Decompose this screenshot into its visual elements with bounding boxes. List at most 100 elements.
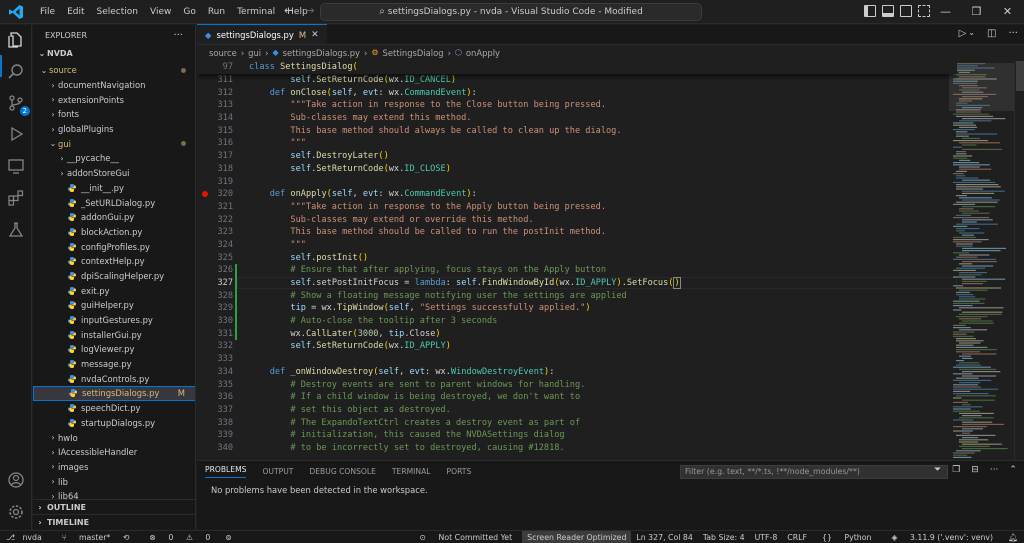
code-line[interactable]: 311 self.SetReturnCode(wx.ID_CANCEL) (197, 74, 957, 87)
more-actions-icon[interactable]: ··· (173, 30, 183, 41)
code-line[interactable]: 317 self.DestroyLater() (197, 150, 957, 163)
breadcrumb-gui[interactable]: gui (248, 48, 261, 58)
code-line[interactable]: 333 (197, 353, 957, 366)
workspace-root[interactable]: ⌄ NVDA (33, 45, 195, 61)
code-line[interactable]: 314 Sub-classes may extend this method. (197, 112, 957, 125)
broadcast-icon[interactable]: ⊚ (220, 533, 237, 542)
code-line[interactable]: 319 (197, 175, 957, 188)
code-line[interactable]: 326 # Ensure that after applying, focus … (197, 264, 957, 277)
folder-item[interactable]: › IAccessibleHandler (33, 445, 195, 460)
file-item[interactable]: startupDialogs.py (33, 416, 195, 431)
cursor-position[interactable]: Ln 327, Col 84 (631, 533, 697, 542)
extensions-icon[interactable] (6, 188, 26, 208)
file-item[interactable]: __init__.py (33, 181, 195, 196)
code-line[interactable]: 332 self.SetReturnCode(wx.ID_APPLY) (197, 340, 957, 353)
search-icon[interactable] (6, 62, 26, 82)
file-item[interactable]: dpiScalingHelper.py (33, 269, 195, 284)
menu-item-terminal[interactable]: Terminal (231, 0, 281, 24)
blame-indicator[interactable]: ⊙ Not Committed Yet (409, 533, 522, 542)
scrollbar-thumb[interactable] (1016, 61, 1024, 91)
timeline-section[interactable]: › TIMELINE (33, 514, 195, 529)
code-line[interactable]: 336 # If a child window is being destroy… (197, 391, 957, 404)
manage-gear-icon[interactable] (6, 502, 26, 522)
file-item[interactable]: settingsDialogs.py M (33, 386, 195, 401)
close-icon[interactable]: ✕ (992, 0, 1023, 24)
python-interpreter[interactable]: ◈ 3.11.9 ('.venv': venv) (881, 533, 1003, 542)
code-line[interactable]: 318 self.SetReturnCode(wx.ID_CLOSE) (197, 163, 957, 176)
file-item[interactable]: contextHelp.py (33, 254, 195, 269)
code-line[interactable]: 324 """ (197, 239, 957, 252)
file-item[interactable]: logViewer.py (33, 342, 195, 357)
explorer-icon[interactable] (6, 30, 26, 50)
code-line[interactable]: 325 self.postInit() (197, 251, 957, 264)
file-item[interactable]: _SetURLDialog.py (33, 195, 195, 210)
menu-item-go[interactable]: Go (177, 0, 201, 24)
code-line[interactable]: 339 # initialization, this caused the NV… (197, 429, 957, 442)
outline-section[interactable]: › OUTLINE (33, 499, 195, 514)
forward-arrow-icon[interactable]: → (305, 4, 314, 17)
code-line[interactable]: 328 # Show a floating message notifying … (197, 289, 957, 303)
code-line[interactable]: 331 wx.CallLater(3000, tip.Close) (197, 327, 957, 341)
file-item[interactable]: configProfiles.py (33, 239, 195, 254)
file-item[interactable]: exit.py (33, 283, 195, 298)
tab-debug-console[interactable]: DEBUG CONSOLE (309, 467, 376, 476)
menu-item-edit[interactable]: Edit (61, 0, 90, 24)
account-icon[interactable] (6, 470, 26, 490)
menu-item-view[interactable]: View (144, 0, 177, 24)
menu-item-file[interactable]: File (34, 0, 61, 24)
folder-item[interactable]: ⌄ source (33, 63, 195, 78)
code-line[interactable]: 320 def onApply(self, evt: wx.CommandEve… (197, 188, 957, 201)
testing-icon[interactable] (6, 220, 26, 240)
folder-item[interactable]: › __pycache__ (33, 151, 195, 166)
code-line[interactable]: 313 """Take action in response to the Cl… (197, 99, 957, 112)
back-arrow-icon[interactable]: ← (284, 4, 293, 17)
tab-ports[interactable]: PORTS (447, 467, 472, 476)
branch-indicator[interactable]: ⑂ master* ⟲ (52, 533, 140, 542)
tab-size[interactable]: Tab Size: 4 (698, 533, 750, 542)
folder-item[interactable]: › images (33, 460, 195, 475)
sticky-scroll-line[interactable]: 97 class SettingsDialog( (197, 61, 957, 74)
code-line[interactable]: 322 Sub-classes may extend or override t… (197, 213, 957, 226)
problems-filter-input[interactable]: Filter (e.g. text, **/*.ts, !**/node_mod… (680, 465, 948, 479)
more-actions-icon[interactable]: ··· (1008, 28, 1018, 39)
file-item[interactable]: message.py (33, 357, 195, 372)
close-tab-icon[interactable]: ✕ (311, 30, 319, 40)
split-editor-icon[interactable]: ◫ (987, 28, 996, 39)
folder-item[interactable]: › globalPlugins (33, 122, 195, 137)
toggle-sidebar-icon[interactable] (864, 5, 876, 17)
customize-layout-icon[interactable] (918, 5, 930, 17)
menu-item-run[interactable]: Run (202, 0, 231, 24)
line-endings[interactable]: CRLF (782, 533, 812, 542)
code-line[interactable]: 321 """Take action in response to the Ap… (197, 201, 957, 214)
screen-reader-mode[interactable]: Screen Reader Optimized (522, 530, 632, 543)
language-mode[interactable]: {} Python (812, 533, 881, 542)
run-debug-icon[interactable] (6, 124, 26, 144)
filter-icon[interactable]: ⏷ (934, 465, 941, 475)
code-line[interactable]: 338 # The ExpandoTextCtrl creates a dest… (197, 416, 957, 429)
file-item[interactable]: blockAction.py (33, 225, 195, 240)
file-item[interactable]: nvdaControls.py (33, 371, 195, 386)
tab-output[interactable]: OUTPUT (262, 467, 293, 476)
folder-item[interactable]: › lib (33, 474, 195, 489)
toggle-panel-icon[interactable] (882, 5, 894, 17)
more-actions-icon[interactable]: ··· (990, 465, 999, 475)
maximize-panel-icon[interactable]: ⌃ (1009, 465, 1017, 475)
code-line[interactable]: 335 # Destroy events are sent to parent … (197, 378, 957, 391)
folder-item[interactable]: › extensionPoints (33, 92, 195, 107)
code-line[interactable]: 334 def _onWindowDestroy(self, evt: wx.W… (197, 366, 957, 379)
minimize-icon[interactable]: — (930, 0, 961, 24)
run-python-icon[interactable]: ▷ (959, 28, 967, 39)
file-item[interactable]: installerGui.py (33, 327, 195, 342)
folder-item[interactable]: › hwIo (33, 430, 195, 445)
tab-settings-dialogs[interactable]: ◆ settingsDialogs.py M ✕ (197, 24, 327, 44)
code-line[interactable]: 340 # to be incorrectly set to destroyed… (197, 442, 957, 455)
remote-explorer-icon[interactable] (6, 156, 26, 176)
breadcrumb-settingsdialog[interactable]: SettingsDialog (383, 48, 444, 58)
collapse-all-icon[interactable]: ⊟ (971, 465, 979, 475)
folder-item[interactable]: › documentNavigation (33, 78, 195, 93)
code-line[interactable]: 312 def onClose(self, evt: wx.CommandEve… (197, 86, 957, 99)
breadcrumb-source[interactable]: source (209, 48, 237, 58)
command-center[interactable]: ⌕ settingsDialogs.py - nvda - Visual Stud… (320, 3, 702, 21)
folder-item[interactable]: ⌄ gui (33, 136, 195, 151)
copy-icon[interactable]: ❐ (952, 465, 960, 475)
